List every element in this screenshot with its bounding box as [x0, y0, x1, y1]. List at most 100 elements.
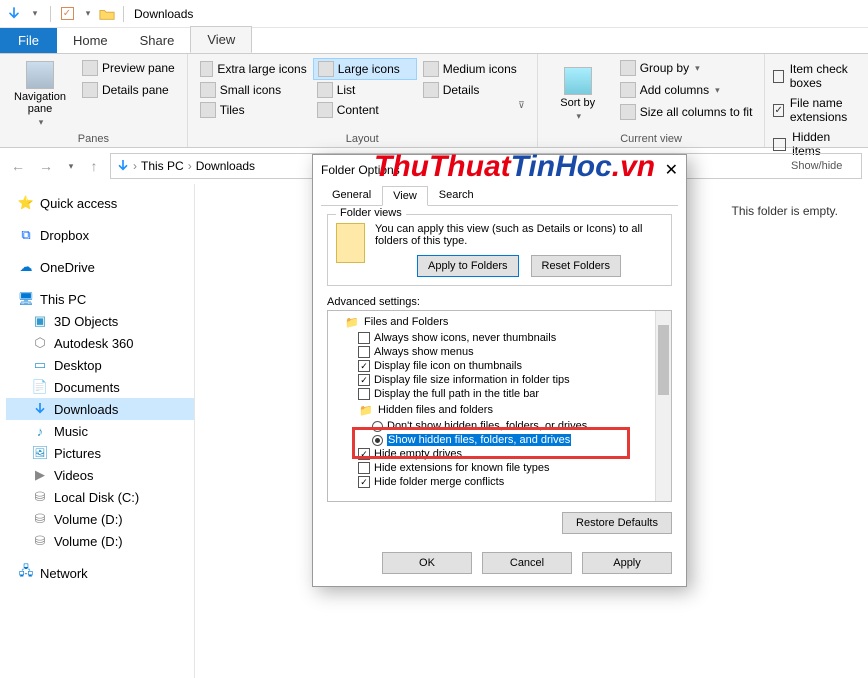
pc-icon: 🖥 — [18, 291, 34, 307]
preview-pane-button[interactable]: Preview pane — [78, 58, 179, 78]
layout-list[interactable]: List — [313, 80, 417, 100]
videos-icon: ▶ — [32, 467, 48, 483]
sidebar-3d-objects[interactable]: ▣3D Objects — [6, 310, 194, 332]
opt-display-file-size[interactable]: ✓Display file size information in folder… — [330, 373, 669, 387]
advanced-settings-tree[interactable]: 📁Files and Folders Always show icons, ne… — [327, 310, 672, 502]
sort-by-icon — [564, 67, 592, 95]
advanced-settings-label: Advanced settings: — [327, 296, 672, 308]
ok-button[interactable]: OK — [382, 552, 472, 574]
size-columns-button[interactable]: Size all columns to fit — [616, 102, 757, 122]
layout-large-icons[interactable]: Large icons — [313, 58, 417, 80]
navigation-pane-button[interactable]: Navigation pane ▾ — [8, 58, 72, 131]
sidebar-local-disk-c[interactable]: ⛁Local Disk (C:) — [6, 486, 194, 508]
qat-dropdown2-icon[interactable]: ▾ — [79, 6, 95, 22]
music-icon: ♪ — [32, 423, 48, 439]
dropbox-icon: ⧉ — [18, 227, 34, 243]
restore-defaults-button[interactable]: Restore Defaults — [562, 512, 672, 534]
opt-display-file-icon[interactable]: ✓Display file icon on thumbnails — [330, 359, 669, 373]
cancel-button[interactable]: Cancel — [482, 552, 572, 574]
advanced-scrollbar[interactable] — [655, 311, 671, 501]
dialog-tab-general[interactable]: General — [321, 185, 382, 205]
up-button[interactable]: ↑ — [82, 154, 106, 178]
breadcrumb-this-pc[interactable]: This PC — [139, 159, 186, 173]
checkbox-icon[interactable]: ✓ — [59, 6, 75, 22]
reset-folders-button[interactable]: Reset Folders — [531, 255, 621, 277]
sidebar-autodesk[interactable]: ⬡Autodesk 360 — [6, 332, 194, 354]
sidebar-pictures[interactable]: 🖼Pictures — [6, 442, 194, 464]
ribbon: Navigation pane ▾ Preview pane Details p… — [0, 54, 868, 148]
sort-by-button[interactable]: Sort by ▾ — [546, 58, 610, 131]
opt-hide-merge-conflicts[interactable]: ✓Hide folder merge conflicts — [330, 475, 669, 489]
drive-icon: ⛁ — [32, 489, 48, 505]
view-tab[interactable]: View — [190, 26, 252, 53]
ribbon-group-layout: Extra large icons Large icons Medium ico… — [188, 54, 538, 147]
sidebar-volume-d1[interactable]: ⛁Volume (D:) — [6, 508, 194, 530]
file-name-extensions-checkbox[interactable]: ✓File name extensions — [773, 96, 860, 124]
opt-show-hidden[interactable]: Show hidden files, folders, and drives — [330, 433, 669, 447]
apply-button[interactable]: Apply — [582, 552, 672, 574]
dialog-close-button[interactable]: ✕ — [665, 160, 678, 180]
layout-tiles[interactable]: Tiles — [196, 100, 311, 120]
apply-to-folders-button[interactable]: Apply to Folders — [417, 255, 518, 277]
tree-files-and-folders[interactable]: 📁Files and Folders — [330, 313, 669, 331]
down-arrow-icon[interactable] — [6, 6, 22, 22]
empty-folder-message: This folder is empty. — [732, 204, 838, 218]
opt-hide-extensions[interactable]: Hide extensions for known file types — [330, 461, 669, 475]
forward-button[interactable]: → — [34, 154, 58, 178]
share-tab[interactable]: Share — [124, 28, 191, 53]
tree-hidden-files-group[interactable]: 📁Hidden files and folders — [330, 401, 669, 419]
sidebar-music[interactable]: ♪Music — [6, 420, 194, 442]
breadcrumb-downloads[interactable]: Downloads — [194, 159, 257, 173]
sidebar-this-pc[interactable]: 🖥This PC — [6, 288, 194, 310]
layout-more-icon[interactable]: ⊽ — [518, 100, 525, 120]
ribbon-group-showhide: Item check boxes ✓File name extensions H… — [765, 54, 868, 147]
sidebar-dropbox[interactable]: ⧉Dropbox — [6, 224, 194, 246]
recent-locations-button[interactable]: ▾ — [62, 154, 78, 178]
folder-icon — [99, 6, 115, 22]
opt-dont-show-hidden[interactable]: Don't show hidden files, folders, or dri… — [330, 419, 669, 433]
star-icon: ⭐ — [18, 195, 34, 211]
sidebar-quick-access[interactable]: ⭐Quick access — [6, 192, 194, 214]
group-by-icon — [620, 60, 636, 76]
opt-hide-empty-drives[interactable]: ✓Hide empty drives — [330, 447, 669, 461]
back-button[interactable]: ← — [6, 154, 30, 178]
layout-small-icons[interactable]: Small icons — [196, 80, 311, 100]
sidebar-videos[interactable]: ▶Videos — [6, 464, 194, 486]
group-by-button[interactable]: Group by▾ — [616, 58, 757, 78]
ribbon-group-currentview: Sort by ▾ Group by▾ Add columns▾ Size al… — [538, 54, 766, 147]
add-columns-button[interactable]: Add columns▾ — [616, 80, 757, 100]
opt-always-show-icons[interactable]: Always show icons, never thumbnails — [330, 331, 669, 345]
layout-medium-icons[interactable]: Medium icons — [419, 58, 529, 80]
item-check-boxes-checkbox[interactable]: Item check boxes — [773, 62, 860, 90]
details-pane-button[interactable]: Details pane — [78, 80, 179, 100]
sidebar-onedrive[interactable]: ☁OneDrive — [6, 256, 194, 278]
navigation-sidebar: ⭐Quick access ⧉Dropbox ☁OneDrive 🖥This P… — [0, 184, 195, 678]
home-tab[interactable]: Home — [57, 28, 124, 53]
drive-icon: ⛁ — [32, 533, 48, 549]
sidebar-volume-d2[interactable]: ⛁Volume (D:) — [6, 530, 194, 552]
dialog-tab-view[interactable]: View — [382, 186, 428, 206]
downloads-icon — [32, 401, 48, 417]
file-tab[interactable]: File — [0, 28, 57, 53]
sidebar-desktop[interactable]: ▭Desktop — [6, 354, 194, 376]
navigation-pane-icon — [26, 61, 54, 89]
window-title: Downloads — [134, 7, 193, 21]
folder-icon: 📁 — [344, 314, 360, 330]
opt-display-full-path[interactable]: Display the full path in the title bar — [330, 387, 669, 401]
layout-details[interactable]: Details — [419, 80, 529, 100]
add-columns-icon — [620, 82, 636, 98]
sidebar-documents[interactable]: 📄Documents — [6, 376, 194, 398]
layout-extra-large-icons[interactable]: Extra large icons — [196, 58, 311, 80]
opt-always-show-menus[interactable]: Always show menus — [330, 345, 669, 359]
preview-pane-icon — [82, 60, 98, 76]
qat-dropdown-icon[interactable]: ▾ — [26, 6, 42, 22]
layout-content[interactable]: Content — [313, 100, 417, 120]
onedrive-icon: ☁ — [18, 259, 34, 275]
title-bar: ▾ ✓ ▾ Downloads — [0, 0, 868, 28]
pictures-icon: 🖼 — [32, 445, 48, 461]
menu-tabs: File Home Share View — [0, 28, 868, 54]
sidebar-network[interactable]: 🖧Network — [6, 562, 194, 584]
size-columns-icon — [620, 104, 636, 120]
dialog-tab-search[interactable]: Search — [428, 185, 485, 205]
sidebar-downloads[interactable]: Downloads — [6, 398, 194, 420]
